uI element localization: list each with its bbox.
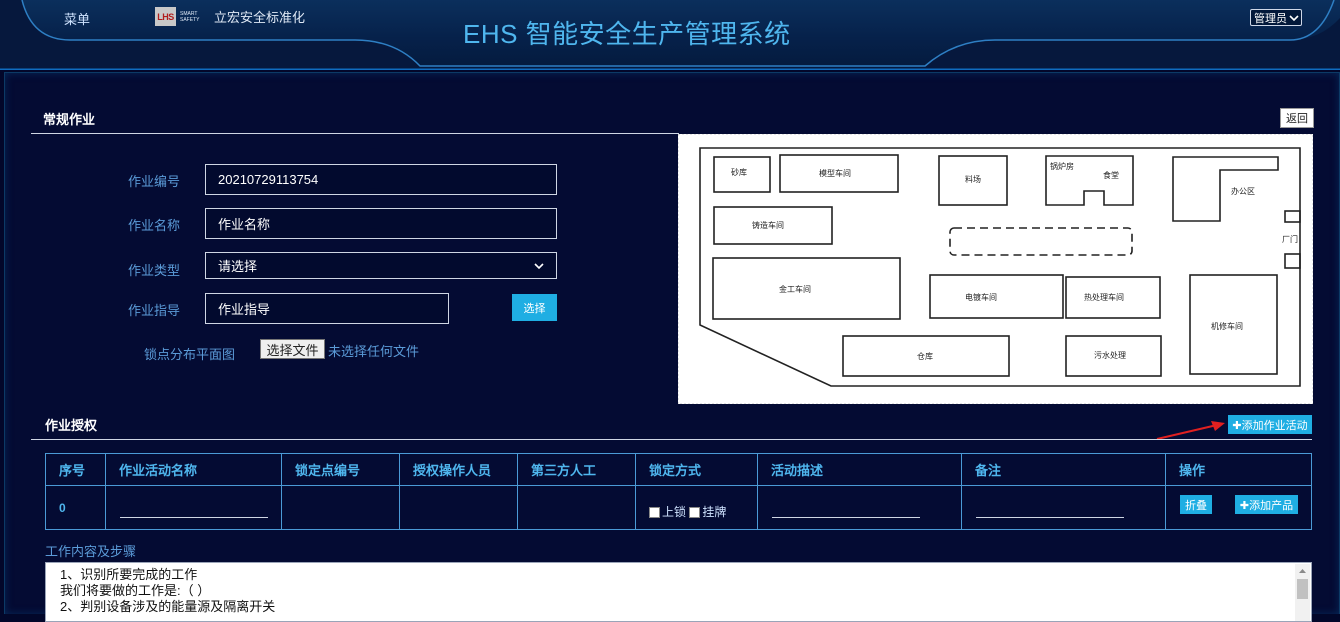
chevron-down-icon bbox=[1289, 14, 1299, 21]
steps-line: 我们将要做的工作是:（ ） bbox=[60, 583, 211, 598]
logo-mark: LHS bbox=[155, 7, 176, 26]
third-party-cell bbox=[517, 485, 636, 530]
lockpoint-no-cell bbox=[281, 485, 400, 530]
room-label: 污水处理 bbox=[1094, 350, 1126, 360]
steps-label: 工作内容及步骤 bbox=[45, 544, 137, 559]
table-header-row: 序号 作业活动名称 锁定点编号 授权操作人员 第三方人工 锁定方式 活动描述 备… bbox=[45, 453, 1312, 486]
job-type-select[interactable]: 请选择 bbox=[205, 252, 557, 279]
room-label: 仓库 bbox=[917, 351, 933, 361]
fold-button[interactable]: 折叠 bbox=[1180, 495, 1212, 514]
room-label: 模型车间 bbox=[819, 168, 851, 178]
user-select[interactable]: 管理员 bbox=[1250, 9, 1302, 26]
room-label: 铸造车间 bbox=[752, 220, 784, 230]
column-header: 作业活动名称 bbox=[105, 453, 282, 486]
back-button[interactable]: 返回 bbox=[1280, 108, 1314, 128]
section-title-routine: 常规作业 bbox=[43, 112, 96, 127]
actions-cell: 折叠 ✚添加产品 bbox=[1165, 485, 1312, 530]
table-row: 0 上锁 挂牌 折叠 ✚添加产品 bbox=[45, 485, 1312, 530]
room-label: 电镀车间 bbox=[965, 292, 997, 302]
section-title-auth: 作业授权 bbox=[45, 418, 98, 433]
job-type-value: 请选择 bbox=[218, 259, 258, 274]
choose-button[interactable]: 选择 bbox=[512, 294, 557, 321]
column-header: 授权操作人员 bbox=[399, 453, 518, 486]
steps-line: 1、识别所要完成的工作 bbox=[60, 567, 198, 582]
file-status: 未选择任何文件 bbox=[328, 344, 420, 359]
job-name-label: 作业名称 bbox=[128, 218, 181, 233]
auth-table: 序号 作业活动名称 锁定点编号 授权操作人员 第三方人工 锁定方式 活动描述 备… bbox=[45, 453, 1312, 530]
job-no-label: 作业编号 bbox=[128, 174, 181, 189]
column-header: 序号 bbox=[45, 453, 106, 486]
remark-input[interactable] bbox=[976, 516, 1124, 518]
column-header: 锁定方式 bbox=[635, 453, 758, 486]
operator-cell bbox=[399, 485, 518, 530]
tag-checkbox[interactable] bbox=[689, 506, 701, 518]
scrollbar-thumb[interactable] bbox=[1297, 579, 1308, 599]
tag-option-label: 挂牌 bbox=[702, 504, 727, 519]
room-label: 砂库 bbox=[731, 167, 747, 177]
remark-cell bbox=[961, 485, 1166, 530]
brand-logo: LHS SMART SAFETY 立宏安全标准化 bbox=[155, 7, 305, 26]
activity-desc-cell bbox=[757, 485, 962, 530]
activity-name-cell bbox=[105, 485, 282, 530]
scrollbar[interactable] bbox=[1295, 564, 1310, 621]
add-activity-button[interactable]: ✚添加作业活动 bbox=[1228, 415, 1312, 434]
room-label: 锅炉房 bbox=[1050, 161, 1074, 171]
user-select-value: 管理员 bbox=[1254, 12, 1287, 25]
row-index: 0 bbox=[45, 485, 106, 530]
column-header: 锁定点编号 bbox=[281, 453, 400, 486]
room-label: 食堂 bbox=[1103, 170, 1119, 180]
guide-label: 作业指导 bbox=[128, 303, 181, 318]
logo-text: 立宏安全标准化 bbox=[214, 10, 306, 25]
lock-method-cell: 上锁 挂牌 bbox=[635, 485, 758, 530]
main-panel: 常规作业 返回 作业编号 20210729113754 作业名称 作业名称 作业… bbox=[4, 72, 1340, 622]
job-type-label: 作业类型 bbox=[128, 263, 181, 278]
room-label: 机修车间 bbox=[1211, 321, 1243, 331]
lock-checkbox[interactable] bbox=[649, 506, 660, 518]
room-label: 料场 bbox=[965, 174, 981, 184]
room-label: 办公区 bbox=[1231, 186, 1255, 196]
activity-desc-input[interactable] bbox=[772, 516, 920, 518]
column-header: 第三方人工 bbox=[517, 453, 636, 486]
column-header: 备注 bbox=[961, 453, 1166, 486]
room-label: 热处理车间 bbox=[1084, 292, 1124, 302]
logo-tagline: SMART SAFETY bbox=[180, 10, 200, 23]
room-label: 金工车间 bbox=[779, 284, 811, 294]
lock-option-label: 上锁 bbox=[662, 504, 687, 519]
lockpoint-floorplan: 砂库 模型车间 料场 锅炉房 食堂 办公区 铸造车间 厂门 金工车间 电镀车间 … bbox=[678, 134, 1313, 404]
menu-button[interactable]: 菜单 bbox=[64, 9, 90, 28]
guide-input[interactable]: 作业指导 bbox=[205, 293, 449, 324]
room-label: 厂门 bbox=[1282, 234, 1298, 244]
divider bbox=[31, 133, 679, 134]
file-choose-button[interactable]: 选择文件 bbox=[260, 339, 325, 359]
lockpoint-label: 锁点分布平面图 bbox=[144, 347, 236, 362]
job-name-input[interactable]: 作业名称 bbox=[205, 208, 557, 239]
column-header: 操作 bbox=[1165, 453, 1312, 486]
add-product-button[interactable]: ✚添加产品 bbox=[1235, 495, 1298, 514]
chevron-down-icon bbox=[534, 262, 544, 269]
scroll-up-icon[interactable] bbox=[1295, 564, 1310, 578]
system-title: EHS 智能安全生产管理系统 bbox=[463, 19, 791, 49]
top-header: 菜单 LHS SMART SAFETY 立宏安全标准化 EHS 智能安全生产管理… bbox=[0, 0, 1340, 70]
column-header: 活动描述 bbox=[757, 453, 962, 486]
job-no-input[interactable]: 20210729113754 bbox=[205, 164, 557, 195]
divider bbox=[31, 439, 1312, 440]
activity-name-input[interactable] bbox=[120, 516, 268, 518]
steps-textarea[interactable]: 1、识别所要完成的工作 我们将要做的工作是:（ ） 2、判别设备涉及的能量源及隔… bbox=[45, 562, 1312, 622]
